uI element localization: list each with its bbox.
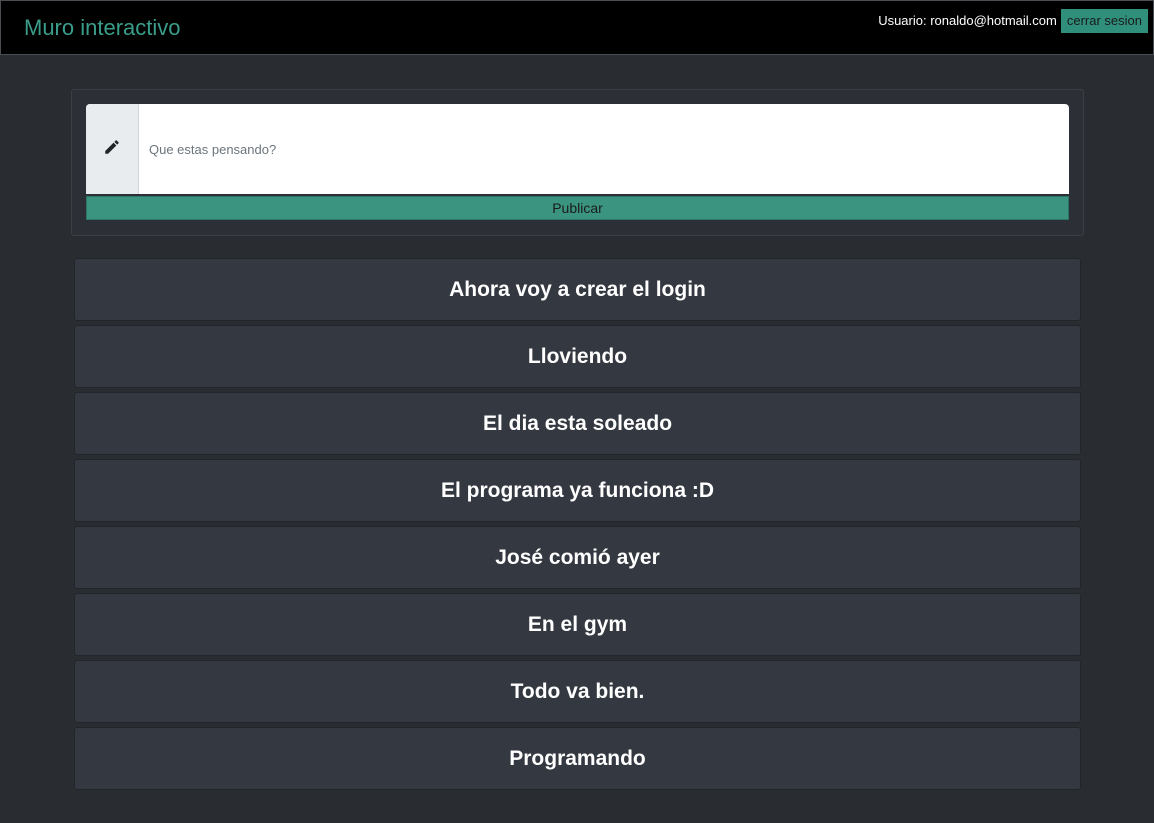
post-input[interactable] xyxy=(139,104,1067,194)
top-navbar: Muro interactivo Usuario: ronaldo@hotmai… xyxy=(0,0,1154,55)
user-area: Usuario: ronaldo@hotmail.com cerrar sesi… xyxy=(878,9,1148,33)
post-item: Ahora voy a crear el login xyxy=(74,258,1081,321)
input-addon xyxy=(86,104,139,194)
post-item: Todo va bien. xyxy=(74,660,1081,723)
pencil-icon xyxy=(103,138,121,161)
post-item: Programando xyxy=(74,727,1081,790)
post-item: El programa ya funciona :D xyxy=(74,459,1081,522)
posts-list: Ahora voy a crear el login Lloviendo El … xyxy=(74,258,1081,794)
post-composer: Publicar xyxy=(71,89,1084,236)
current-user-label: Usuario: ronaldo@hotmail.com xyxy=(878,13,1057,28)
post-item: Lloviendo xyxy=(74,325,1081,388)
post-item: En el gym xyxy=(74,593,1081,656)
post-item: El dia esta soleado xyxy=(74,392,1081,455)
post-input-group xyxy=(86,104,1069,194)
post-item: José comió ayer xyxy=(74,526,1081,589)
app-brand[interactable]: Muro interactivo xyxy=(24,15,181,41)
logout-button[interactable]: cerrar sesion xyxy=(1060,9,1148,33)
publish-button[interactable]: Publicar xyxy=(86,196,1069,220)
